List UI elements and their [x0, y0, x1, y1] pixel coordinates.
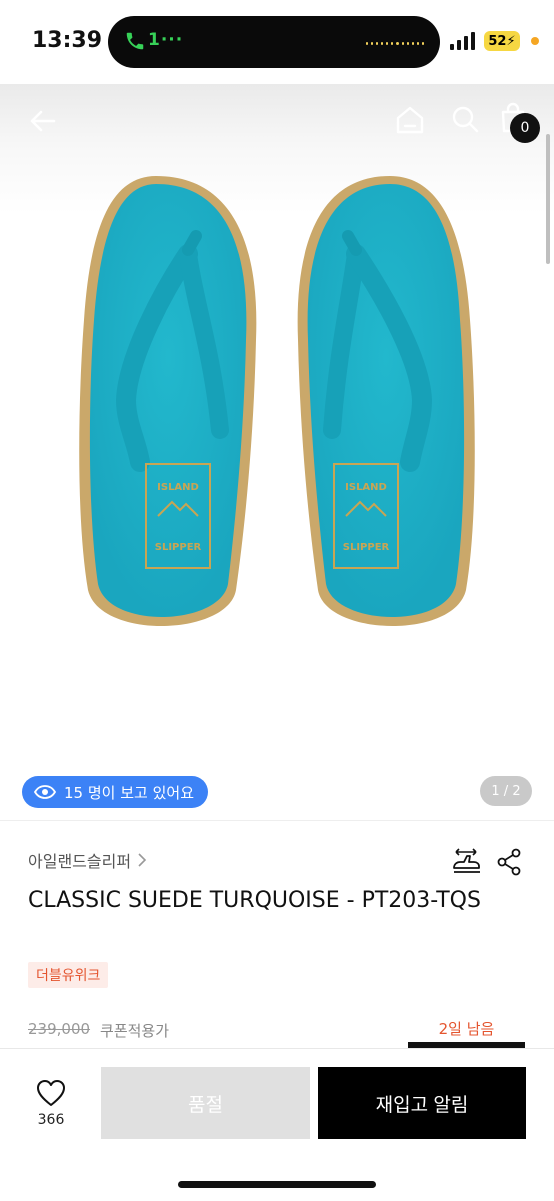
- viewers-text: 15 명이 보고 있어요: [64, 783, 194, 802]
- charging-bolt-icon: ⚡: [506, 33, 516, 49]
- restock-alert-button[interactable]: 재입고 알림: [318, 1067, 526, 1139]
- promo-tag: 더블유위크: [28, 962, 109, 988]
- cart-count-badge[interactable]: 0: [510, 113, 540, 143]
- coupon-price-label: 쿠폰적용가: [100, 1022, 170, 1040]
- eye-icon: [34, 785, 56, 799]
- call-duration: 1···: [148, 30, 184, 50]
- privacy-indicator-dot: [531, 37, 539, 45]
- product-title: CLASSIC SUEDE TURQUOISE - PT203-TQS: [28, 888, 481, 913]
- share-icon[interactable]: [496, 848, 522, 876]
- heart-icon[interactable]: [36, 1079, 66, 1107]
- brand-name: 아일랜드슬리퍼: [28, 852, 132, 871]
- days-left-text: 2일 남음: [438, 1020, 495, 1038]
- price-row: 239,000 쿠폰적용가: [28, 1020, 169, 1041]
- bottom-action-bar: 366 품절 재입고 알림: [0, 1048, 554, 1201]
- home-indicator[interactable]: [178, 1181, 376, 1188]
- home-icon[interactable]: [394, 104, 426, 136]
- search-icon[interactable]: [450, 104, 480, 134]
- svg-text:SLIPPER: SLIPPER: [343, 542, 390, 553]
- product-image: ISLAND SLIPPER ISLAND SLIPPER: [79, 176, 475, 627]
- chevron-right-icon: [138, 853, 147, 867]
- battery-indicator: 52 ⚡: [484, 31, 520, 51]
- soldout-button[interactable]: 품절: [101, 1067, 310, 1139]
- audio-waveform-icon: [366, 40, 424, 46]
- battery-level: 52: [488, 33, 507, 49]
- svg-text:ISLAND: ISLAND: [345, 482, 387, 493]
- like-count: 366: [37, 1112, 65, 1128]
- status-time: 13:39: [32, 28, 103, 53]
- size-compare-icon[interactable]: [450, 846, 482, 876]
- svg-text:ISLAND: ISLAND: [157, 482, 199, 493]
- svg-text:SLIPPER: SLIPPER: [155, 542, 202, 553]
- original-price: 239,000: [28, 1020, 91, 1038]
- brand-link[interactable]: 아일랜드슬리퍼: [28, 848, 147, 872]
- status-bar: 13:39 1··· 52 ⚡: [0, 0, 554, 84]
- phone-call-icon: [126, 32, 144, 50]
- image-page-indicator: 1 / 2: [480, 776, 532, 806]
- product-image-gallery[interactable]: 0 ISLAND SLIPPER ISLAND SLIPPER 15 명이 보고…: [0, 84, 554, 820]
- arrow-left-icon[interactable]: [26, 104, 60, 138]
- live-viewers-badge: 15 명이 보고 있어요: [22, 776, 208, 808]
- scrollbar[interactable]: [546, 134, 550, 264]
- section-divider: [0, 820, 554, 821]
- cellular-signal-icon: [450, 32, 475, 50]
- dynamic-island[interactable]: 1···: [108, 16, 440, 68]
